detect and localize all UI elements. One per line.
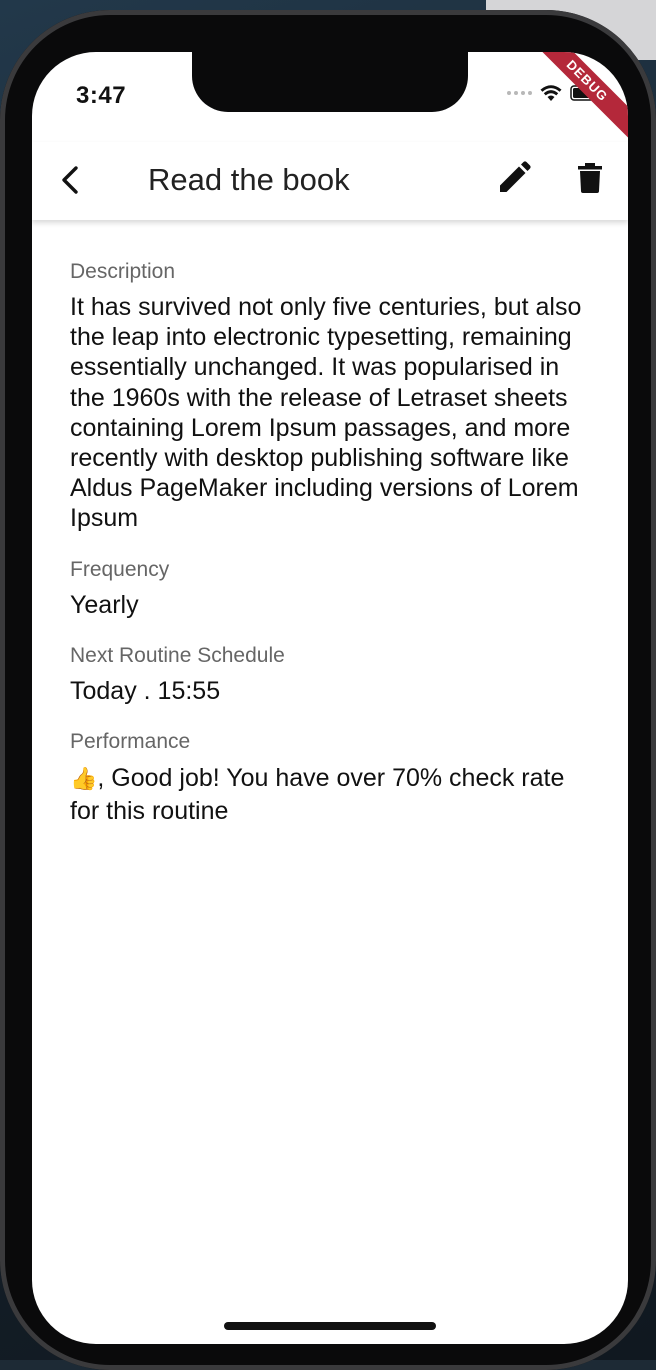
schedule-label: Next Routine Schedule	[70, 643, 285, 667]
description-label: Description	[70, 260, 176, 283]
trash-icon	[578, 163, 602, 193]
edit-button[interactable]	[494, 158, 534, 198]
notch	[192, 52, 468, 112]
performance-text: , Good job! You have over 70% check rate…	[70, 763, 565, 825]
performance-message: 👍, Good job! You have over 70% check rat…	[70, 762, 600, 828]
description-field: Description It has survived not only fiv…	[70, 258, 600, 534]
schedule-field: Next Routine Schedule Today . 15:55	[70, 642, 600, 706]
chevron-left-icon	[62, 166, 78, 194]
wifi-icon	[540, 84, 562, 102]
performance-label: Performance	[70, 729, 191, 753]
routine-details: Description It has survived not only fiv…	[70, 258, 600, 850]
frequency-value: Yearly	[70, 590, 139, 619]
frequency-field: Frequency Yearly	[70, 556, 600, 620]
cellular-signal-icon	[507, 91, 532, 95]
back-button[interactable]	[50, 160, 90, 200]
thumbs-up-icon: 👍	[70, 765, 98, 791]
status-time: 3:47	[76, 82, 127, 109]
app-bar: Read the book	[32, 142, 628, 220]
performance-field: Performance 👍, Good job! You have over 7…	[70, 728, 600, 828]
frequency-label: Frequency	[70, 557, 170, 581]
phone-screen: 3:47 DEBUG Read the book Description It …	[32, 52, 628, 1344]
delete-button[interactable]	[570, 158, 610, 198]
page-title: Read the book	[148, 162, 350, 197]
description-text: It has survived not only five centuries,…	[70, 293, 582, 533]
home-indicator[interactable]	[224, 1322, 436, 1330]
phone-frame: 3:47 DEBUG Read the book Description It …	[0, 10, 656, 1370]
schedule-value: Today . 15:55	[70, 676, 221, 705]
pencil-icon	[500, 161, 531, 192]
